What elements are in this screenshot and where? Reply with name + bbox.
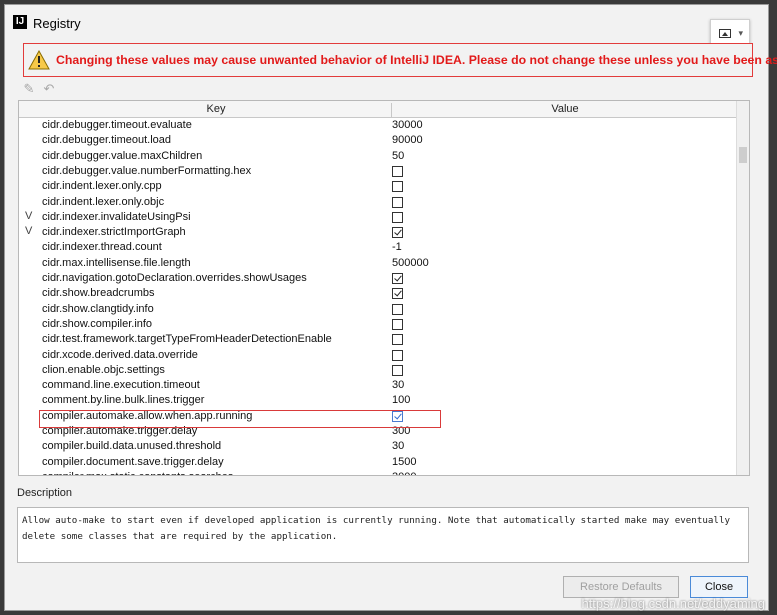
row-key: comment.by.line.bulk.lines.trigger: [42, 394, 205, 407]
table-row[interactable]: cidr.show.breadcrumbs: [19, 286, 737, 301]
row-value[interactable]: 90000: [392, 134, 423, 146]
row-key: cidr.indexer.strictImportGraph: [42, 226, 186, 239]
row-key: cidr.indent.lexer.only.objc: [42, 195, 165, 208]
row-value[interactable]: 3000: [392, 471, 416, 475]
intellij-logo-icon: IJ: [13, 15, 27, 29]
modified-mark-icon: V: [25, 209, 33, 222]
table-row[interactable]: cidr.indent.lexer.only.objc: [19, 195, 737, 210]
table-row[interactable]: cidr.navigation.gotoDeclaration.override…: [19, 271, 737, 286]
table-row[interactable]: cidr.debugger.timeout.evaluate 30000: [19, 118, 737, 133]
row-checkbox[interactable]: [392, 318, 403, 330]
table-row[interactable]: cidr.show.clangtidy.info: [19, 302, 737, 317]
row-value[interactable]: 500000: [392, 257, 429, 269]
scrollbar-thumb[interactable]: [739, 147, 747, 163]
table-header: Key Value: [19, 101, 737, 118]
row-value[interactable]: 50: [392, 150, 404, 162]
row-key: cidr.show.clangtidy.info: [42, 302, 154, 315]
row-key: command.line.execution.timeout: [42, 379, 200, 392]
row-checkbox[interactable]: [392, 349, 403, 361]
table-row[interactable]: compiler.build.data.unused.threshold 30: [19, 439, 737, 454]
row-checkbox[interactable]: [392, 334, 403, 346]
table-row[interactable]: cidr.debugger.timeout.load 90000: [19, 133, 737, 148]
row-checkbox[interactable]: [392, 211, 403, 223]
table-row[interactable]: compiler.max.static.constants.searches 30…: [19, 470, 737, 475]
row-key: cidr.navigation.gotoDeclaration.override…: [42, 272, 307, 284]
row-key: cidr.xcode.derived.data.override: [42, 348, 198, 361]
table-row[interactable]: cidr.test.framework.targetTypeFromHeader…: [19, 332, 737, 347]
table-row[interactable]: clion.enable.objc.settings: [19, 363, 737, 378]
row-key: clion.enable.objc.settings: [42, 363, 165, 376]
row-value[interactable]: -1: [392, 241, 402, 253]
row-checkbox[interactable]: [392, 165, 403, 177]
registry-window: IJ Registry ▾ Changing these values may …: [4, 4, 777, 611]
modified-mark-icon: V: [25, 225, 33, 238]
highlight-annotation: [39, 410, 441, 428]
row-value[interactable]: 30000: [392, 119, 423, 131]
row-key: cidr.show.breadcrumbs: [42, 287, 155, 300]
row-value[interactable]: 30: [392, 379, 404, 391]
watermark-text: https://blog.csdn.net/eddyaming: [581, 596, 765, 611]
table-row[interactable]: Vcidr.indexer.strictImportGraph: [19, 225, 737, 240]
vertical-scrollbar[interactable]: [736, 101, 749, 475]
table-row[interactable]: cidr.debugger.value.numberFormatting.hex: [19, 164, 737, 179]
registry-table: Key Value cidr.debugger.timeout.evaluate…: [18, 100, 750, 476]
row-value[interactable]: 100: [392, 394, 410, 406]
table-row[interactable]: Vcidr.indexer.invalidateUsingPsi: [19, 210, 737, 225]
warning-icon: [28, 50, 50, 70]
table-row[interactable]: cidr.max.intellisense.file.length 500000: [19, 256, 737, 271]
row-key: cidr.indexer.thread.count: [42, 241, 162, 254]
row-checkbox[interactable]: [392, 364, 403, 376]
table-row[interactable]: cidr.debugger.value.maxChildren 50: [19, 149, 737, 164]
table-row[interactable]: command.line.execution.timeout 30: [19, 378, 737, 393]
table-row[interactable]: cidr.indexer.thread.count -1: [19, 240, 737, 255]
column-header-key[interactable]: Key: [41, 103, 392, 117]
row-checkbox[interactable]: [392, 227, 403, 239]
description-text: Allow auto-make to start even if develop…: [17, 507, 749, 563]
table-row[interactable]: cidr.indent.lexer.only.cpp: [19, 179, 737, 194]
column-header-value[interactable]: Value: [391, 103, 739, 115]
row-key: compiler.max.static.constants.searches: [42, 471, 233, 475]
image-icon: [719, 29, 731, 38]
edit-icon[interactable]: ✎: [21, 81, 37, 97]
row-key: cidr.debugger.value.numberFormatting.hex: [42, 164, 252, 177]
close-button[interactable]: Close: [690, 576, 748, 598]
table-row[interactable]: cidr.xcode.derived.data.override: [19, 348, 737, 363]
description-label: Description: [17, 487, 73, 499]
row-key: cidr.indent.lexer.only.cpp: [42, 180, 162, 193]
chevron-down-icon: ▾: [738, 28, 743, 38]
row-value[interactable]: 30: [392, 440, 404, 452]
title-bar: IJ Registry: [5, 5, 768, 39]
row-value[interactable]: 1500: [392, 456, 416, 468]
row-key: cidr.debugger.value.maxChildren: [42, 149, 203, 162]
undo-icon[interactable]: ↶: [41, 81, 57, 97]
table-row[interactable]: comment.by.line.bulk.lines.trigger 100: [19, 393, 737, 408]
row-checkbox[interactable]: [392, 288, 403, 300]
row-checkbox[interactable]: [392, 181, 403, 193]
row-key: compiler.document.save.trigger.delay: [42, 455, 224, 468]
row-key: compiler.build.data.unused.threshold: [42, 440, 222, 453]
row-checkbox[interactable]: [392, 196, 403, 208]
row-checkbox[interactable]: [392, 303, 403, 315]
row-checkbox[interactable]: [392, 273, 403, 284]
row-key: cidr.debugger.timeout.load: [42, 134, 172, 147]
window-title: Registry: [33, 16, 81, 31]
row-key: cidr.show.compiler.info: [42, 317, 153, 330]
row-key: cidr.max.intellisense.file.length: [42, 256, 191, 269]
warning-banner: Changing these values may cause unwanted…: [23, 43, 777, 77]
warning-text: Changing these values may cause unwanted…: [56, 53, 777, 67]
table-row[interactable]: compiler.document.save.trigger.delay 1500: [19, 455, 737, 470]
row-key: cidr.debugger.timeout.evaluate: [42, 119, 192, 131]
row-key: cidr.test.framework.targetTypeFromHeader…: [42, 333, 332, 346]
table-row[interactable]: cidr.show.compiler.info: [19, 317, 737, 332]
restore-defaults-button[interactable]: Restore Defaults: [563, 576, 679, 598]
row-key: cidr.indexer.invalidateUsingPsi: [42, 210, 191, 223]
